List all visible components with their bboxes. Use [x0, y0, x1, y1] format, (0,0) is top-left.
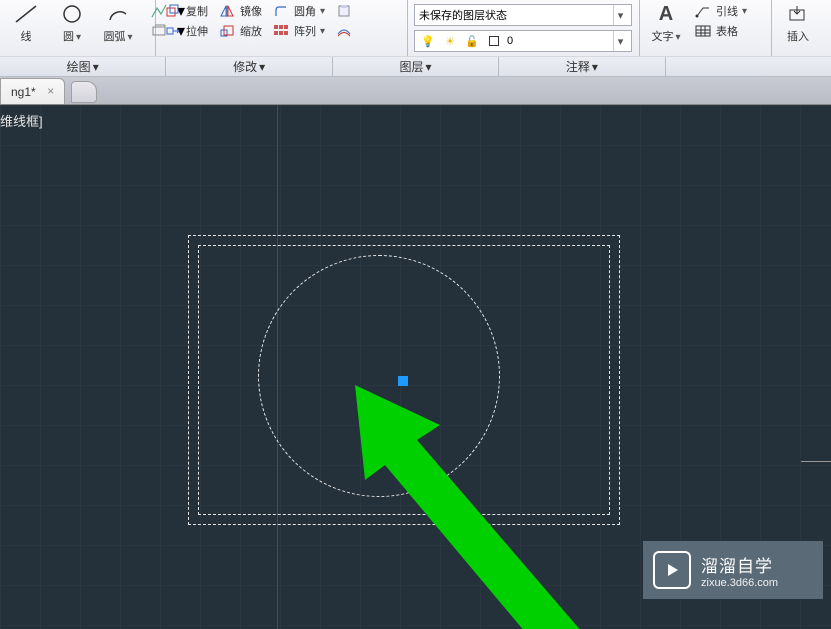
panel-insert: 插入 [772, 0, 830, 56]
panel-modify: 复制 拉伸 镜像 [156, 0, 408, 56]
close-icon[interactable]: × [44, 84, 58, 98]
panel-title-layer[interactable]: 图层▾ [333, 57, 499, 76]
new-tab-button[interactable] [71, 81, 97, 103]
text-tool[interactable]: A 文字 [646, 2, 686, 44]
table-icon [694, 22, 712, 40]
insert-label: 插入 [787, 28, 809, 44]
text-label: 文字 [651, 28, 680, 44]
chevron-down-icon: ▾ [320, 6, 325, 17]
x-axis-stub [801, 461, 831, 462]
leader-label: 引线 [716, 3, 738, 19]
layer-current-dropdown[interactable]: 💡 ☀ 🔓 0 ▾ [414, 30, 632, 52]
fillet-label: 圆角 [294, 3, 316, 19]
mirror-icon [218, 2, 236, 20]
grip-point[interactable] [398, 376, 408, 386]
panel-title-draw[interactable]: 绘图▾ [0, 57, 166, 76]
table-label: 表格 [716, 23, 738, 39]
leader-icon [694, 2, 712, 20]
panel-draw: 线 圆 圆弧 [0, 0, 156, 56]
array-tool[interactable]: 阵列 ▾ [270, 22, 327, 40]
scale-label: 缩放 [240, 23, 262, 39]
offset-icon [335, 22, 353, 40]
panel-titles: 绘图▾ 修改▾ 图层▾ 注释▾ [0, 56, 831, 76]
copy-label: 复制 [186, 3, 208, 19]
circle-tool[interactable]: 圆 [52, 2, 92, 44]
layer-state-dropdown[interactable]: 未保存的图层状态 ▾ [414, 4, 632, 26]
chevron-down-icon: ▾ [613, 31, 627, 51]
layer-state-label: 未保存的图层状态 [419, 7, 507, 23]
arc-icon [102, 2, 134, 26]
panel-title-annotate[interactable]: 注释▾ [499, 57, 665, 76]
fillet-tool[interactable]: 圆角 ▾ [270, 2, 327, 20]
document-tab[interactable]: ng1* × [0, 78, 65, 104]
scale-tool[interactable]: 缩放 [216, 22, 264, 40]
mirror-label: 镜像 [240, 3, 262, 19]
line-label: 线 [21, 28, 32, 44]
layer-color-swatch [485, 32, 503, 50]
ribbon: 线 圆 圆弧 [0, 0, 831, 77]
drawing-canvas[interactable]: 维线框] 溜溜自学 zixue.3d66.com [0, 105, 831, 629]
copy-icon [164, 2, 182, 20]
clipboard-icon [335, 2, 353, 20]
arc-label: 圆弧 [103, 28, 132, 44]
scale-icon [218, 22, 236, 40]
circle-icon [56, 2, 88, 26]
array-label: 阵列 [294, 23, 316, 39]
line-icon [10, 2, 42, 26]
array-icon [272, 22, 290, 40]
lightbulb-icon: 💡 [419, 32, 437, 50]
document-tab-bar: ng1* × [0, 77, 831, 105]
stretch-icon [164, 22, 182, 40]
selection-circle [258, 255, 500, 497]
lock-icon: 🔓 [463, 32, 481, 50]
watermark-url: zixue.3d66.com [701, 577, 778, 589]
chevron-down-icon: ▾ [320, 26, 325, 37]
panel-layer: 未保存的图层状态 ▾ 💡 ☀ 🔓 0 ▾ [408, 0, 640, 56]
watermark-title: 溜溜自学 [701, 552, 778, 577]
sun-icon: ☀ [441, 32, 459, 50]
viewport-label[interactable]: 维线框] [0, 111, 43, 130]
circle-label: 圆 [63, 28, 81, 44]
leader-tool[interactable]: 引线 ▾ [692, 2, 749, 20]
arc-tool[interactable]: 圆弧 [98, 2, 138, 44]
panel-title-modify[interactable]: 修改▾ [166, 57, 332, 76]
play-icon [653, 551, 691, 589]
layer-name-label: 0 [507, 35, 513, 47]
stretch-tool[interactable]: 拉伸 [162, 22, 210, 40]
copy-tool[interactable]: 复制 [162, 2, 210, 20]
mirror-tool[interactable]: 镜像 [216, 2, 264, 20]
fillet-icon [272, 2, 290, 20]
panel-annotate: A 文字 引线 ▾ 表格 [640, 0, 772, 56]
document-tab-label: ng1* [11, 85, 36, 99]
panel-title-insert[interactable] [666, 57, 831, 76]
table-tool[interactable]: 表格 [692, 22, 749, 40]
chevron-down-icon: ▾ [613, 5, 627, 25]
chevron-down-icon: ▾ [742, 6, 747, 17]
insert-icon [782, 2, 814, 26]
line-tool[interactable]: 线 [6, 2, 46, 44]
text-icon: A [650, 2, 682, 26]
insert-tool[interactable]: 插入 [778, 2, 818, 44]
offset-tool[interactable] [333, 22, 355, 40]
watermark: 溜溜自学 zixue.3d66.com [643, 541, 823, 599]
trim-tool[interactable] [333, 2, 355, 20]
stretch-label: 拉伸 [186, 23, 208, 39]
